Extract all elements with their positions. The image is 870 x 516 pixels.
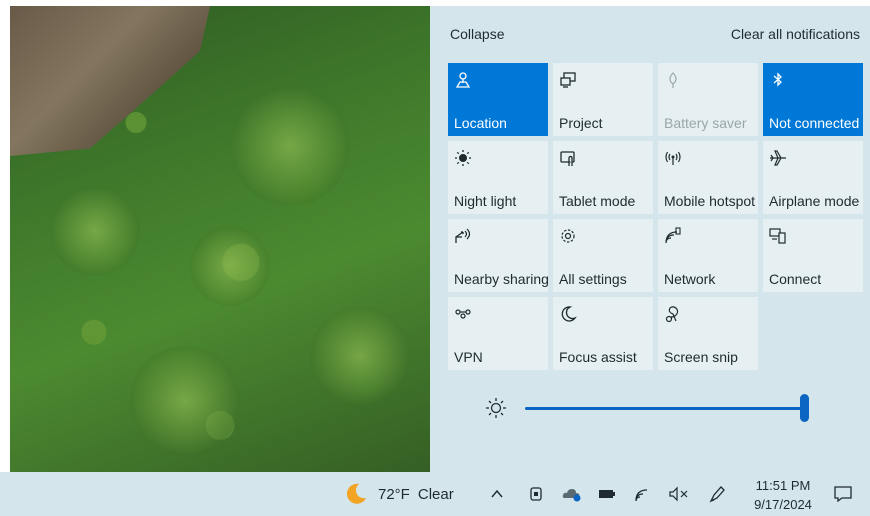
tile-project[interactable]: Project (553, 63, 653, 136)
tile-network[interactable]: Network (658, 219, 758, 292)
tile-label: Screen snip (664, 349, 738, 365)
quick-actions-grid: Location Project Battery saver Not conne… (448, 63, 863, 370)
project-icon (559, 71, 577, 89)
brightness-control (485, 394, 815, 424)
tablet-mode-icon (559, 149, 577, 167)
desktop-wallpaper (10, 6, 430, 472)
sun-icon (485, 397, 507, 419)
night-light-icon (454, 149, 472, 167)
chevron-up-icon[interactable] (490, 472, 504, 516)
collapse-button[interactable]: Collapse (450, 26, 504, 42)
tile-mobile-hotspot[interactable]: Mobile hotspot (658, 141, 758, 214)
tile-location[interactable]: Location (448, 63, 548, 136)
tile-airplane-mode[interactable]: Airplane mode (763, 141, 863, 214)
tile-battery-saver[interactable]: Battery saver (658, 63, 758, 136)
tile-all-settings[interactable]: All settings (553, 219, 653, 292)
tile-focus-assist[interactable]: Focus assist (553, 297, 653, 370)
tile-label: Connect (769, 271, 822, 287)
vpn-icon (454, 305, 472, 323)
tile-connect[interactable]: Connect (763, 219, 863, 292)
taskbar: 72°F Clear 11:51 PM 9/17/2024 (0, 472, 870, 516)
tile-label: Mobile hotspot (664, 193, 756, 209)
taskbar-clock[interactable]: 11:51 PM 9/17/2024 (750, 476, 816, 514)
tile-tablet-mode[interactable]: Tablet mode (553, 141, 653, 214)
screen-snip-icon (664, 305, 682, 323)
battery-saver-icon (664, 71, 682, 89)
tile-label: VPN (454, 349, 483, 365)
tile-label: Battery saver (664, 115, 747, 131)
tile-label: Focus assist (559, 349, 637, 365)
clock-time: 11:51 PM (755, 478, 811, 493)
network-icon[interactable] (634, 472, 652, 516)
weather-condition: Clear (417, 485, 454, 503)
meet-now-icon[interactable] (528, 472, 544, 516)
action-center-header: Collapse Clear all notifications (450, 26, 860, 46)
tile-night-light[interactable]: Night light (448, 141, 548, 214)
tile-label: Airplane mode (769, 193, 860, 209)
tile-screen-snip[interactable]: Screen snip (658, 297, 758, 370)
tile-bluetooth[interactable]: Not connected (763, 63, 863, 136)
wallpaper-foliage (230, 86, 350, 206)
volume-muted-icon[interactable] (668, 472, 690, 516)
airplane-icon (769, 149, 787, 167)
onedrive-icon[interactable] (562, 472, 582, 516)
tile-label: All settings (559, 271, 627, 287)
wallpaper-foliage (310, 306, 410, 406)
weather-temperature: 72°F (378, 485, 410, 503)
connect-icon (769, 227, 787, 245)
tile-label: Night light (454, 193, 517, 209)
tile-label: Not connected (769, 115, 860, 131)
moon-weather-icon (344, 482, 368, 506)
gear-icon (559, 227, 577, 245)
wallpaper-foliage (190, 226, 270, 306)
network-icon (664, 227, 682, 245)
battery-icon[interactable] (598, 472, 616, 516)
location-icon (454, 71, 472, 89)
nearby-sharing-icon (454, 227, 472, 245)
notification-icon[interactable] (834, 472, 852, 516)
tile-vpn[interactable]: VPN (448, 297, 548, 370)
tile-label: Network (664, 271, 716, 287)
pen-icon[interactable] (708, 472, 728, 516)
moon-icon (559, 305, 577, 323)
tile-nearby-sharing[interactable]: Nearby sharing (448, 219, 549, 292)
weather-widget[interactable]: 72°F Clear (344, 472, 454, 516)
brightness-slider-track[interactable] (525, 407, 805, 410)
wallpaper-rock (10, 6, 210, 156)
clear-all-notifications-button[interactable]: Clear all notifications (731, 26, 860, 42)
clock-date: 9/17/2024 (754, 497, 812, 512)
wallpaper-foliage (130, 346, 240, 456)
brightness-slider-thumb[interactable] (800, 394, 809, 422)
tile-label: Nearby sharing (454, 271, 549, 287)
tile-label: Location (454, 115, 507, 131)
wallpaper-foliage (50, 186, 140, 276)
tile-label: Project (559, 115, 603, 131)
tile-label: Tablet mode (559, 193, 636, 209)
action-center: Collapse Clear all notifications Locatio… (430, 6, 870, 472)
bluetooth-icon (769, 71, 787, 89)
mobile-hotspot-icon (664, 149, 682, 167)
